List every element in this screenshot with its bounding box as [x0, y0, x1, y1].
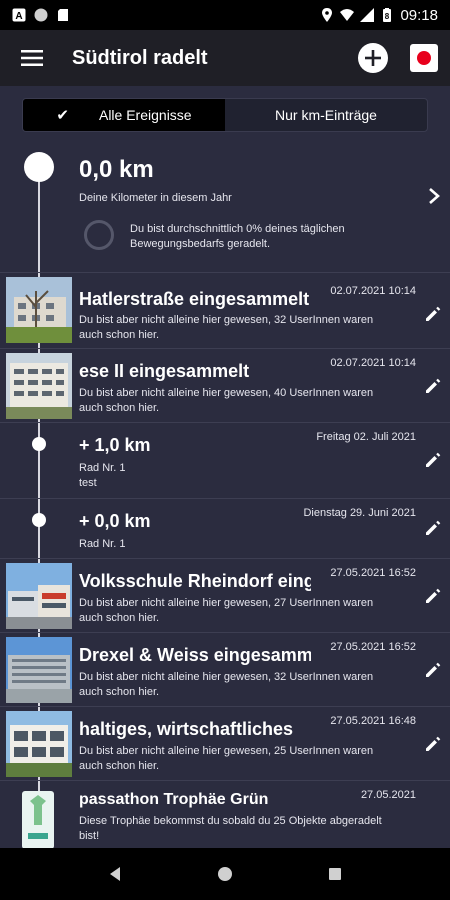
entry-thumbnail	[6, 711, 72, 777]
status-icons-left: A	[12, 8, 70, 22]
app-bar: Südtirol radelt	[0, 30, 450, 86]
entry-date: 02.07.2021 10:14	[330, 357, 416, 369]
timeline-dot	[32, 437, 46, 451]
entry-date: 27.05.2021 16:48	[330, 715, 416, 727]
entry-title: Hatlerstraße eingesammelt	[79, 289, 310, 309]
filter-km-label: Nur km-Einträge	[275, 107, 377, 123]
entry-bike: Rad Nr. 1	[79, 538, 126, 550]
add-button[interactable]	[358, 43, 388, 73]
edit-icon[interactable]	[424, 519, 442, 537]
entry-description: Du bist aber nicht alleine hier gewesen,…	[79, 387, 374, 414]
entry-thumbnail	[6, 277, 72, 343]
entry-bike: Rad Nr. 1	[79, 462, 126, 474]
entry-date: 02.07.2021 10:14	[330, 285, 416, 297]
list-item[interactable]: passathon Trophäe Grün 27.05.2021 Diese …	[0, 780, 450, 848]
year-summary[interactable]: 0,0 km Deine Kilometer in diesem Jahr Du…	[0, 148, 450, 272]
year-km-subtitle: Deine Kilometer in diesem Jahr	[79, 192, 232, 204]
edit-icon[interactable]	[424, 735, 442, 753]
chevron-right-icon[interactable]	[426, 186, 442, 206]
filter-all-events[interactable]: ✔ Alle Ereignisse	[23, 99, 225, 131]
svg-text:A: A	[15, 11, 22, 22]
entry-date: Freitag 02. Juli 2021	[316, 431, 416, 443]
list-item[interactable]: Hatlerstraße eingesammelt 02.07.2021 10:…	[0, 272, 450, 348]
edit-icon[interactable]	[424, 305, 442, 323]
filter-toggle: ✔ Alle Ereignisse Nur km-Einträge	[22, 98, 428, 132]
progress-text: Du bist durchschnittlich 0% deines tägli…	[130, 223, 345, 250]
list-item[interactable]: + 1,0 km Freitag 02. Juli 2021 Rad Nr. 1…	[0, 422, 450, 498]
event-list: Hatlerstraße eingesammelt 02.07.2021 10:…	[0, 272, 450, 848]
entry-title: + 0,0 km	[79, 511, 151, 531]
edit-icon[interactable]	[424, 377, 442, 395]
record-icon	[417, 51, 431, 65]
back-icon[interactable]	[107, 866, 123, 882]
entry-title: passathon Trophäe Grün	[79, 791, 269, 808]
timeline-dot	[32, 513, 46, 527]
entry-description: Du bist aber nicht alleine hier gewesen,…	[79, 314, 374, 341]
record-button[interactable]	[410, 44, 438, 72]
entry-date: Dienstag 29. Juni 2021	[303, 507, 416, 519]
timeline-start-dot	[24, 152, 54, 182]
list-item[interactable]: + 0,0 km Dienstag 29. Juni 2021 Rad Nr. …	[0, 498, 450, 558]
entry-thumbnail	[6, 563, 72, 629]
location-icon	[322, 8, 333, 22]
status-bar: A 8 09:18	[0, 0, 450, 30]
status-icons-right: 8 09:18	[320, 7, 438, 24]
entry-title: Drexel & Weiss eingesammelt	[79, 645, 311, 665]
notification-a-icon: A	[12, 8, 26, 22]
filter-all-label: Alle Ereignisse	[98, 107, 192, 123]
entry-title: haltiges, wirtschaftliches	[79, 719, 294, 739]
entry-date: 27.05.2021 16:52	[330, 567, 416, 579]
edit-icon[interactable]	[424, 587, 442, 605]
sd-card-icon	[58, 9, 68, 21]
plus-icon	[365, 50, 381, 66]
entry-date: 27.05.2021	[360, 789, 416, 801]
app-title: Südtirol radelt	[72, 46, 208, 69]
year-km: 0,0 km	[79, 156, 154, 183]
entry-description: Diese Trophäe bekommst du sobald du 25 O…	[79, 815, 382, 842]
entry-note: test	[79, 477, 97, 489]
entry-description: Du bist aber nicht alleine hier gewesen,…	[79, 745, 374, 772]
edit-icon[interactable]	[424, 451, 442, 469]
progress-ring	[84, 220, 114, 250]
svg-text:8: 8	[385, 12, 390, 21]
main-content: ✔ Alle Ereignisse Nur km-Einträge 0,0 km…	[0, 86, 450, 848]
clock: 09:18	[400, 6, 438, 24]
entry-description: Du bist aber nicht alleine hier gewesen,…	[79, 597, 374, 624]
signal-icon	[360, 8, 375, 22]
entry-title: ese II eingesammelt	[79, 361, 250, 381]
menu-button[interactable]	[4, 30, 60, 86]
entry-description: Du bist aber nicht alleine hier gewesen,…	[79, 671, 374, 698]
entry-title: + 1,0 km	[79, 435, 151, 455]
menu-icon	[21, 50, 43, 66]
entry-title: Volksschule Rheindorf eingesammelt	[79, 571, 311, 591]
list-item[interactable]: haltiges, wirtschaftliches 27.05.2021 16…	[0, 706, 450, 780]
home-icon[interactable]	[217, 866, 233, 882]
edit-icon[interactable]	[424, 661, 442, 679]
list-item[interactable]: Volksschule Rheindorf eingesammelt 27.05…	[0, 558, 450, 632]
battery-icon: 8	[383, 8, 392, 22]
check-icon: ✔	[56, 107, 69, 124]
list-item[interactable]: Drexel & Weiss eingesammelt 27.05.2021 1…	[0, 632, 450, 706]
wifi-icon	[340, 9, 355, 21]
list-item[interactable]: ese II eingesammelt 02.07.2021 10:14 Du …	[0, 348, 450, 422]
entry-thumbnail	[6, 637, 72, 703]
notification-circle-icon	[34, 8, 48, 22]
entry-thumbnail	[6, 353, 72, 419]
system-nav-bar	[0, 848, 450, 900]
trophy-thumbnail	[18, 785, 58, 848]
entry-date: 27.05.2021 16:52	[330, 641, 416, 653]
recents-icon[interactable]	[327, 866, 343, 882]
filter-km-only[interactable]: Nur km-Einträge	[225, 99, 427, 131]
